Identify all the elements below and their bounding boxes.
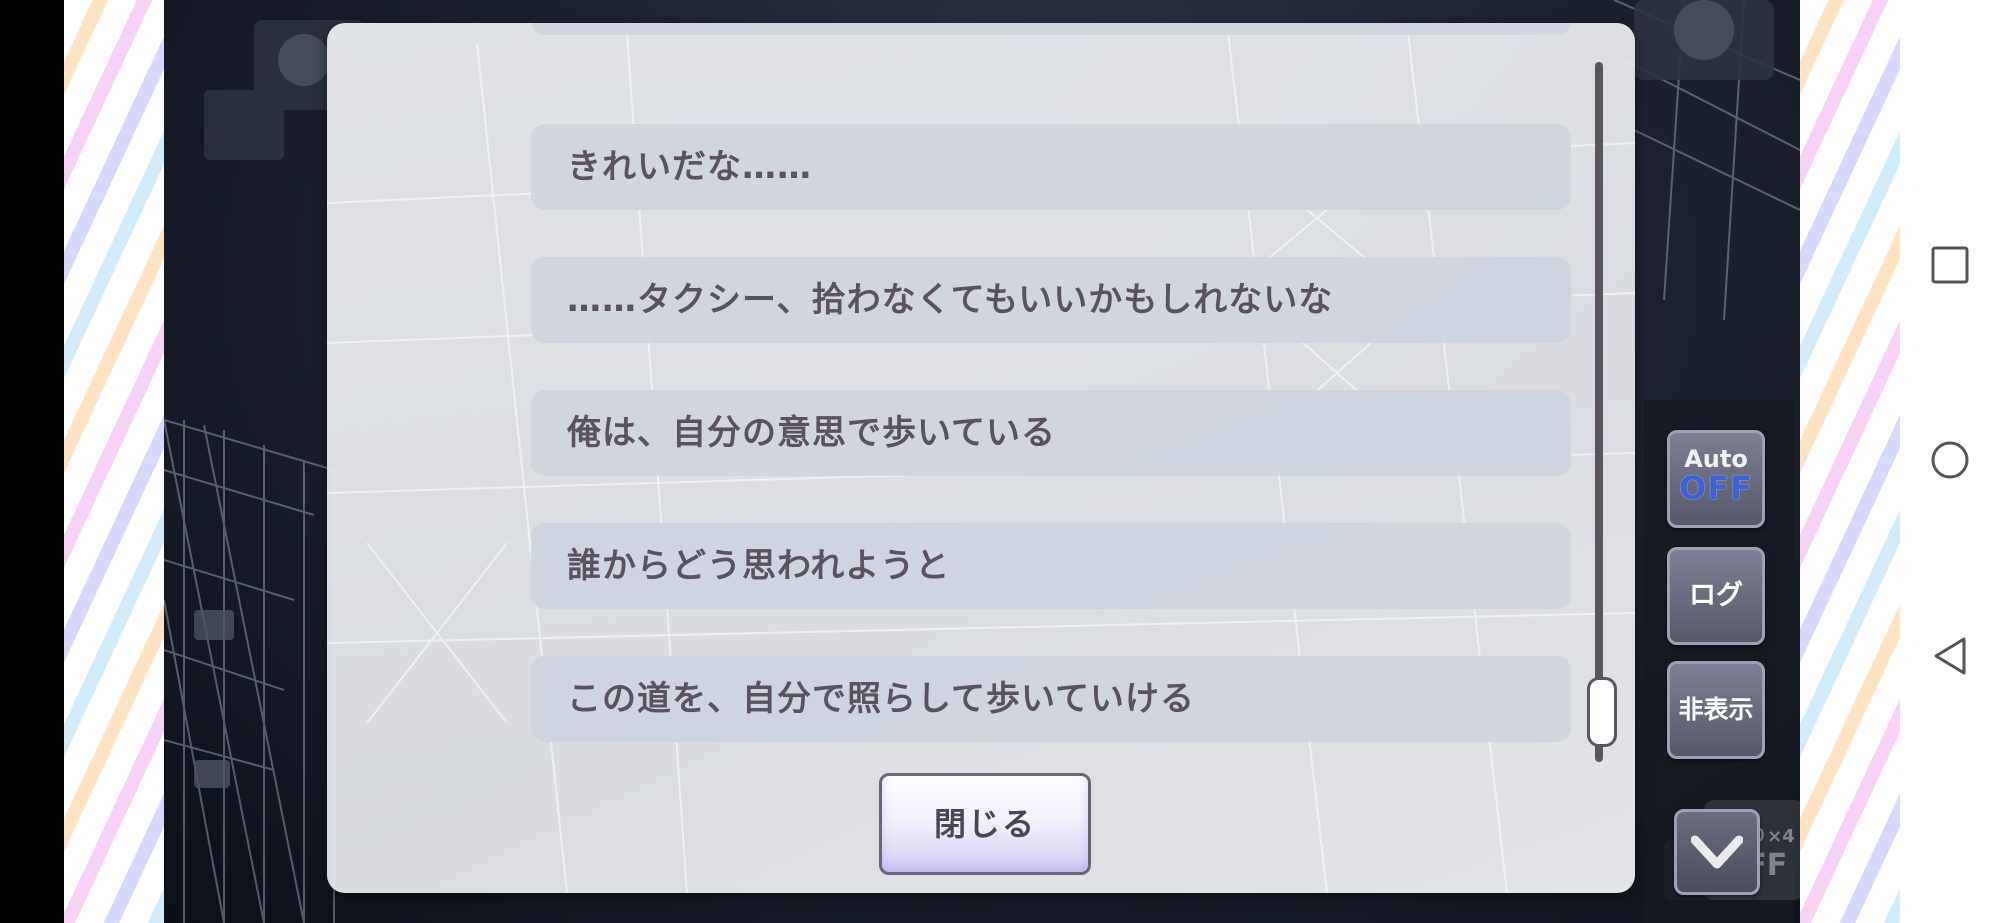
log-dialog: きれいだな…… ……タクシー、拾わなくてもいいかもしれないな 俺は、自分の意思で… <box>327 23 1635 893</box>
system-nav-bar <box>1900 0 2000 923</box>
log-entry-text: ……タクシー、拾わなくてもいいかもしれないな <box>567 280 1334 320</box>
auto-state: OFF <box>1679 469 1753 507</box>
close-button[interactable]: 閉じる <box>879 773 1091 875</box>
back-icon[interactable] <box>1930 636 1970 676</box>
log-entry[interactable]: ……タクシー、拾わなくてもいいかもしれないな <box>531 257 1571 343</box>
log-scrollbar-thumb[interactable] <box>1587 677 1617 747</box>
log-entry[interactable]: この道を、自分で照らして歩いていける <box>531 656 1571 742</box>
recent-apps-icon[interactable] <box>1930 245 1970 285</box>
log-entry[interactable]: 俺は、自分の意思で歩いている <box>531 390 1571 476</box>
auto-toggle-button[interactable]: Auto OFF <box>1667 430 1765 528</box>
left-letterbox <box>0 0 64 923</box>
log-entry[interactable]: 誰からどう思われようと <box>531 523 1571 609</box>
log-entry-text: きれいだな…… <box>567 147 812 187</box>
home-icon[interactable] <box>1930 440 1970 480</box>
game-screen: 早送り×4 OFF Auto OFF ログ 非表示 <box>0 0 2000 923</box>
log-entry-text: 誰からどう思われようと <box>567 546 951 586</box>
log-label: ログ <box>1689 580 1743 611</box>
menu-collapse-button[interactable] <box>1674 809 1760 895</box>
log-entry[interactable]: きれいだな…… <box>531 124 1571 210</box>
log-entry[interactable] <box>531 23 1571 35</box>
log-entry-text: 俺は、自分の意思で歩いている <box>567 413 1056 453</box>
log-list[interactable]: きれいだな…… ……タクシー、拾わなくてもいいかもしれないな 俺は、自分の意思で… <box>327 23 1635 763</box>
log-button[interactable]: ログ <box>1667 547 1765 645</box>
hide-label: 非表示 <box>1678 695 1754 724</box>
chevron-down-icon <box>1691 835 1743 869</box>
close-button-label: 閉じる <box>933 805 1036 843</box>
hide-ui-button[interactable]: 非表示 <box>1667 661 1765 759</box>
left-striped-frame <box>64 0 164 923</box>
log-scrollbar-track[interactable] <box>1595 62 1603 762</box>
right-striped-frame <box>1800 0 1900 923</box>
log-entry-text: この道を、自分で照らして歩いていける <box>567 679 1195 719</box>
